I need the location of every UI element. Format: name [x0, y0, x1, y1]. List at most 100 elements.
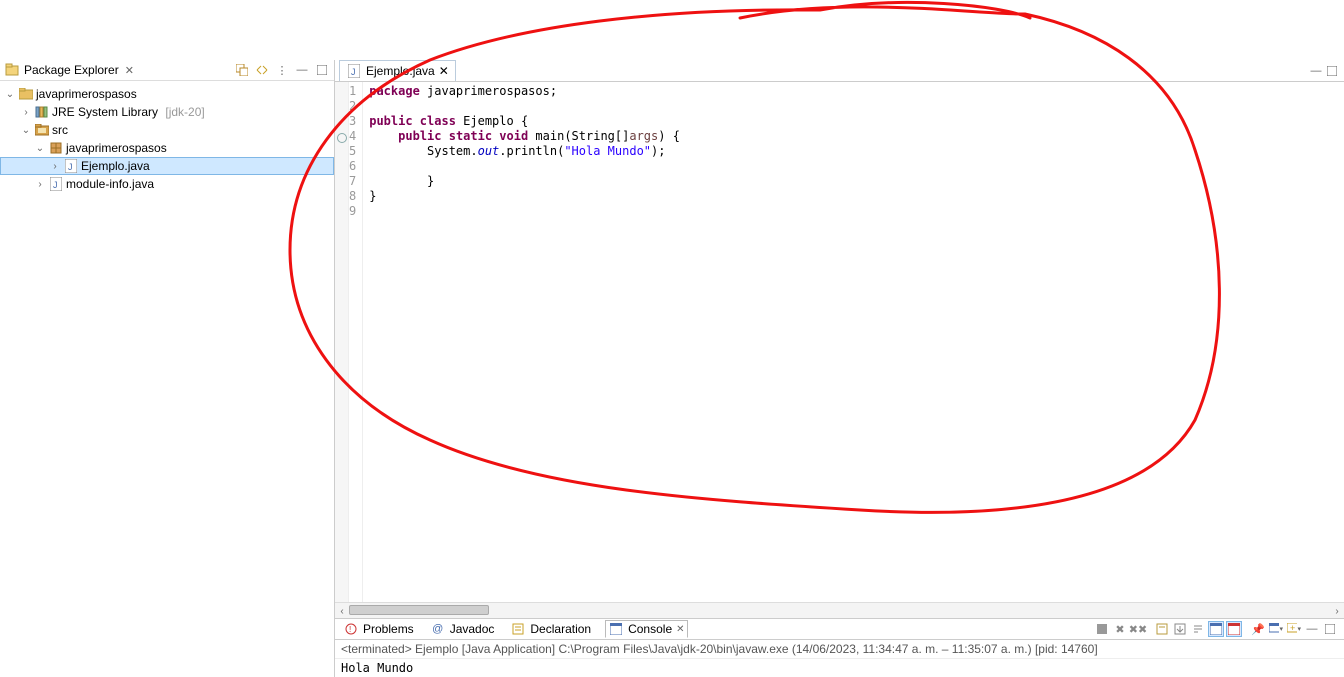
twisty-icon[interactable]: › — [20, 107, 32, 118]
word-wrap-icon[interactable] — [1190, 621, 1206, 637]
scroll-lock-icon[interactable] — [1172, 621, 1188, 637]
tree-label-suffix: [jdk-20] — [165, 105, 204, 119]
collapse-all-icon[interactable] — [234, 62, 250, 78]
tab-console[interactable]: Console ✕ — [605, 620, 687, 638]
show-console-on-out-icon[interactable] — [1208, 621, 1224, 637]
svg-text:J: J — [68, 162, 73, 172]
horizontal-scrollbar[interactable]: ‹ › — [335, 602, 1344, 618]
console-header: <terminated> Ejemplo [Java Application] … — [335, 640, 1344, 659]
java-file-icon: J — [63, 158, 79, 174]
scroll-left-icon[interactable]: ‹ — [335, 603, 349, 619]
scroll-right-icon[interactable]: › — [1330, 603, 1344, 619]
package-explorer-tree[interactable]: ⌄ javaprimerospasos › JRE System Library… — [0, 81, 334, 197]
tree-label: module-info.java — [66, 177, 154, 191]
svg-text:J: J — [351, 67, 356, 77]
console-output[interactable]: Hola Mundo — [335, 659, 1344, 677]
code-line[interactable]: public static void main(String[]args) { — [369, 129, 680, 143]
bottom-tabs: ! Problems @ Javadoc Declaration Console… — [335, 618, 1344, 640]
declaration-icon — [510, 621, 526, 637]
minimize-icon[interactable]: — — [1304, 621, 1320, 637]
line-number: 1 — [349, 84, 356, 99]
svg-text:!: ! — [349, 625, 351, 634]
twisty-icon[interactable]: ⌄ — [4, 89, 16, 100]
tab-javadoc[interactable]: @ Javadoc — [428, 621, 497, 637]
tree-module-info[interactable]: › J module-info.java — [0, 175, 334, 193]
line-number: 9 — [349, 204, 356, 219]
line-number: 3 — [349, 114, 356, 129]
close-icon[interactable]: ✕ — [439, 64, 449, 78]
link-editor-icon[interactable] — [254, 62, 270, 78]
project-icon — [18, 86, 34, 102]
src-folder-icon — [34, 122, 50, 138]
java-file-icon: J — [48, 176, 64, 192]
tree-label: javaprimerospasos — [66, 141, 167, 155]
library-icon — [34, 104, 50, 120]
tab-declaration[interactable]: Declaration — [508, 621, 593, 637]
terminate-icon[interactable] — [1094, 621, 1110, 637]
tree-label: Ejemplo.java — [81, 159, 150, 173]
tree-file-ejemplo[interactable]: › J Ejemplo.java — [0, 157, 334, 175]
line-number: 7 — [349, 174, 356, 189]
javadoc-icon: @ — [430, 621, 446, 637]
editor-tab-label: Ejemplo.java — [366, 64, 435, 78]
main-area: J Ejemplo.java ✕ — 123456789 package jav… — [335, 60, 1344, 677]
tab-label: Problems — [363, 622, 414, 636]
tree-label: src — [52, 123, 68, 137]
console-toolbar: ✖ ✖✖ 📌 ▾ +▾ — — [1094, 621, 1338, 637]
display-selected-console-icon[interactable]: ▾ — [1268, 621, 1284, 637]
tree-label: JRE System Library — [52, 105, 158, 119]
svg-text:+: + — [1290, 623, 1295, 633]
package-explorer-header: Package Explorer ✕ ⋮ — — [0, 60, 334, 81]
remove-all-icon[interactable]: ✖✖ — [1130, 621, 1146, 637]
maximize-icon[interactable] — [1322, 621, 1338, 637]
twisty-icon[interactable]: ⌄ — [34, 143, 46, 154]
code-editor[interactable]: 123456789 package javaprimerospasos; pub… — [335, 82, 1344, 602]
editor-tab-ejemplo[interactable]: J Ejemplo.java ✕ — [339, 60, 456, 81]
open-console-icon[interactable]: +▾ — [1286, 621, 1302, 637]
tab-label: Declaration — [530, 622, 591, 636]
minimize-icon[interactable]: — — [1308, 63, 1324, 79]
code-line[interactable]: } — [369, 174, 434, 188]
close-icon[interactable]: ✕ — [676, 624, 684, 635]
code-line[interactable]: package javaprimerospasos; — [369, 84, 557, 98]
editor-ruler — [335, 82, 349, 602]
code-area[interactable]: package javaprimerospasos; public class … — [363, 82, 1344, 602]
clear-console-icon[interactable] — [1154, 621, 1170, 637]
console-icon — [608, 621, 624, 637]
remove-launch-icon[interactable]: ✖ — [1112, 621, 1128, 637]
problems-icon: ! — [343, 621, 359, 637]
tree-jre[interactable]: › JRE System Library [jdk-20] — [0, 103, 334, 121]
line-number: 8 — [349, 189, 356, 204]
package-explorer-icon — [4, 62, 20, 78]
package-icon — [48, 140, 64, 156]
tab-problems[interactable]: ! Problems — [341, 621, 416, 637]
line-number: 6 — [349, 159, 356, 174]
tree-package[interactable]: ⌄ javaprimerospasos — [0, 139, 334, 157]
line-number-gutter: 123456789 — [349, 82, 363, 602]
line-number: 2 — [349, 99, 356, 114]
line-number: 4 — [349, 129, 356, 144]
twisty-icon[interactable]: ⌄ — [20, 125, 32, 136]
java-file-icon: J — [346, 63, 362, 79]
pin-console-icon[interactable]: 📌 — [1250, 621, 1266, 637]
view-menu-icon[interactable]: ⋮ — [274, 62, 290, 78]
editor-tabs: J Ejemplo.java ✕ — — [335, 60, 1344, 82]
tree-label: javaprimerospasos — [36, 87, 137, 101]
code-line[interactable]: } — [369, 189, 376, 203]
scrollbar-thumb[interactable] — [349, 605, 489, 615]
maximize-icon[interactable] — [314, 62, 330, 78]
tab-label: Javadoc — [450, 622, 495, 636]
close-icon[interactable]: ✕ — [125, 64, 134, 77]
code-line[interactable]: public class Ejemplo { — [369, 114, 528, 128]
tree-src[interactable]: ⌄ src — [0, 121, 334, 139]
show-console-on-err-icon[interactable] — [1226, 621, 1242, 637]
tab-label: Console — [628, 622, 672, 636]
tree-project[interactable]: ⌄ javaprimerospasos — [0, 85, 334, 103]
minimize-icon[interactable]: — — [294, 62, 310, 78]
twisty-icon[interactable]: › — [49, 161, 61, 172]
package-explorer-panel: Package Explorer ✕ ⋮ — ⌄ javaprimerospas… — [0, 60, 335, 677]
line-number: 5 — [349, 144, 356, 159]
code-line[interactable]: System.out.println("Hola Mundo"); — [369, 144, 665, 158]
twisty-icon[interactable]: › — [34, 179, 46, 190]
maximize-icon[interactable] — [1324, 63, 1340, 79]
